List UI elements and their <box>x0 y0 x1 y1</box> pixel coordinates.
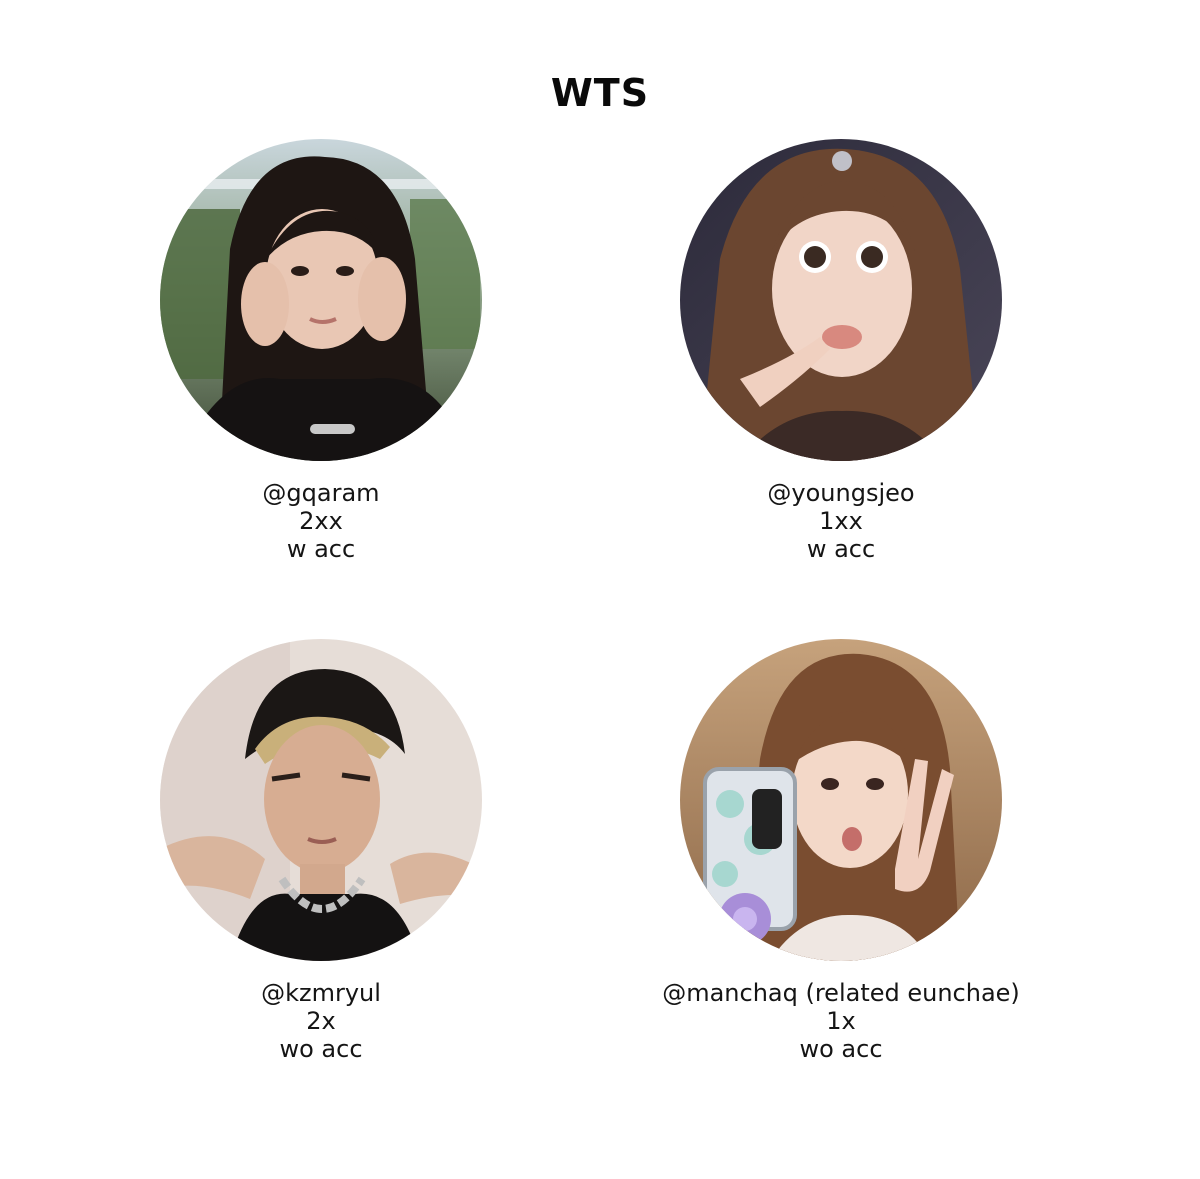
portrait-illustration <box>160 139 482 461</box>
account-caption: @youngsjeo 1xx w acc <box>611 479 1071 563</box>
account-card[interactable]: @youngsjeo 1xx w acc <box>611 139 1071 579</box>
profile-photo <box>680 639 1002 961</box>
account-card[interactable]: @gqaram 2xx w acc <box>91 139 551 579</box>
page-title: WTS <box>550 71 650 115</box>
account-handle: @manchaq (related eunchae) <box>662 979 1020 1007</box>
account-caption: @gqaram 2xx w acc <box>91 479 551 563</box>
account-price: 1xx <box>819 507 863 535</box>
profile-photo <box>680 139 1002 461</box>
account-card[interactable]: @kzmryul 2x wo acc <box>91 639 551 1079</box>
account-caption: @kzmryul 2x wo acc <box>91 979 551 1063</box>
account-card[interactable]: @manchaq (related eunchae) 1x wo acc <box>611 639 1071 1079</box>
profile-photo <box>160 639 482 961</box>
account-caption: @manchaq (related eunchae) 1x wo acc <box>611 979 1071 1063</box>
portrait-illustration <box>160 639 482 961</box>
account-price: 1x <box>826 1007 856 1035</box>
account-handle: @gqaram <box>262 479 380 507</box>
portrait-illustration <box>680 139 1002 461</box>
account-handle: @kzmryul <box>261 979 381 1007</box>
account-acc-status: w acc <box>286 535 356 563</box>
account-acc-status: wo acc <box>279 1035 363 1063</box>
portrait-illustration <box>680 639 1002 961</box>
account-acc-status: wo acc <box>799 1035 883 1063</box>
account-price: 2xx <box>299 507 343 535</box>
account-handle: @youngsjeo <box>767 479 915 507</box>
account-acc-status: w acc <box>806 535 876 563</box>
profile-photo <box>160 139 482 461</box>
account-price: 2x <box>306 1007 336 1035</box>
wts-page: WTS @gqaram 2xx w acc @youngsjeo 1xx w a… <box>0 0 1200 1179</box>
